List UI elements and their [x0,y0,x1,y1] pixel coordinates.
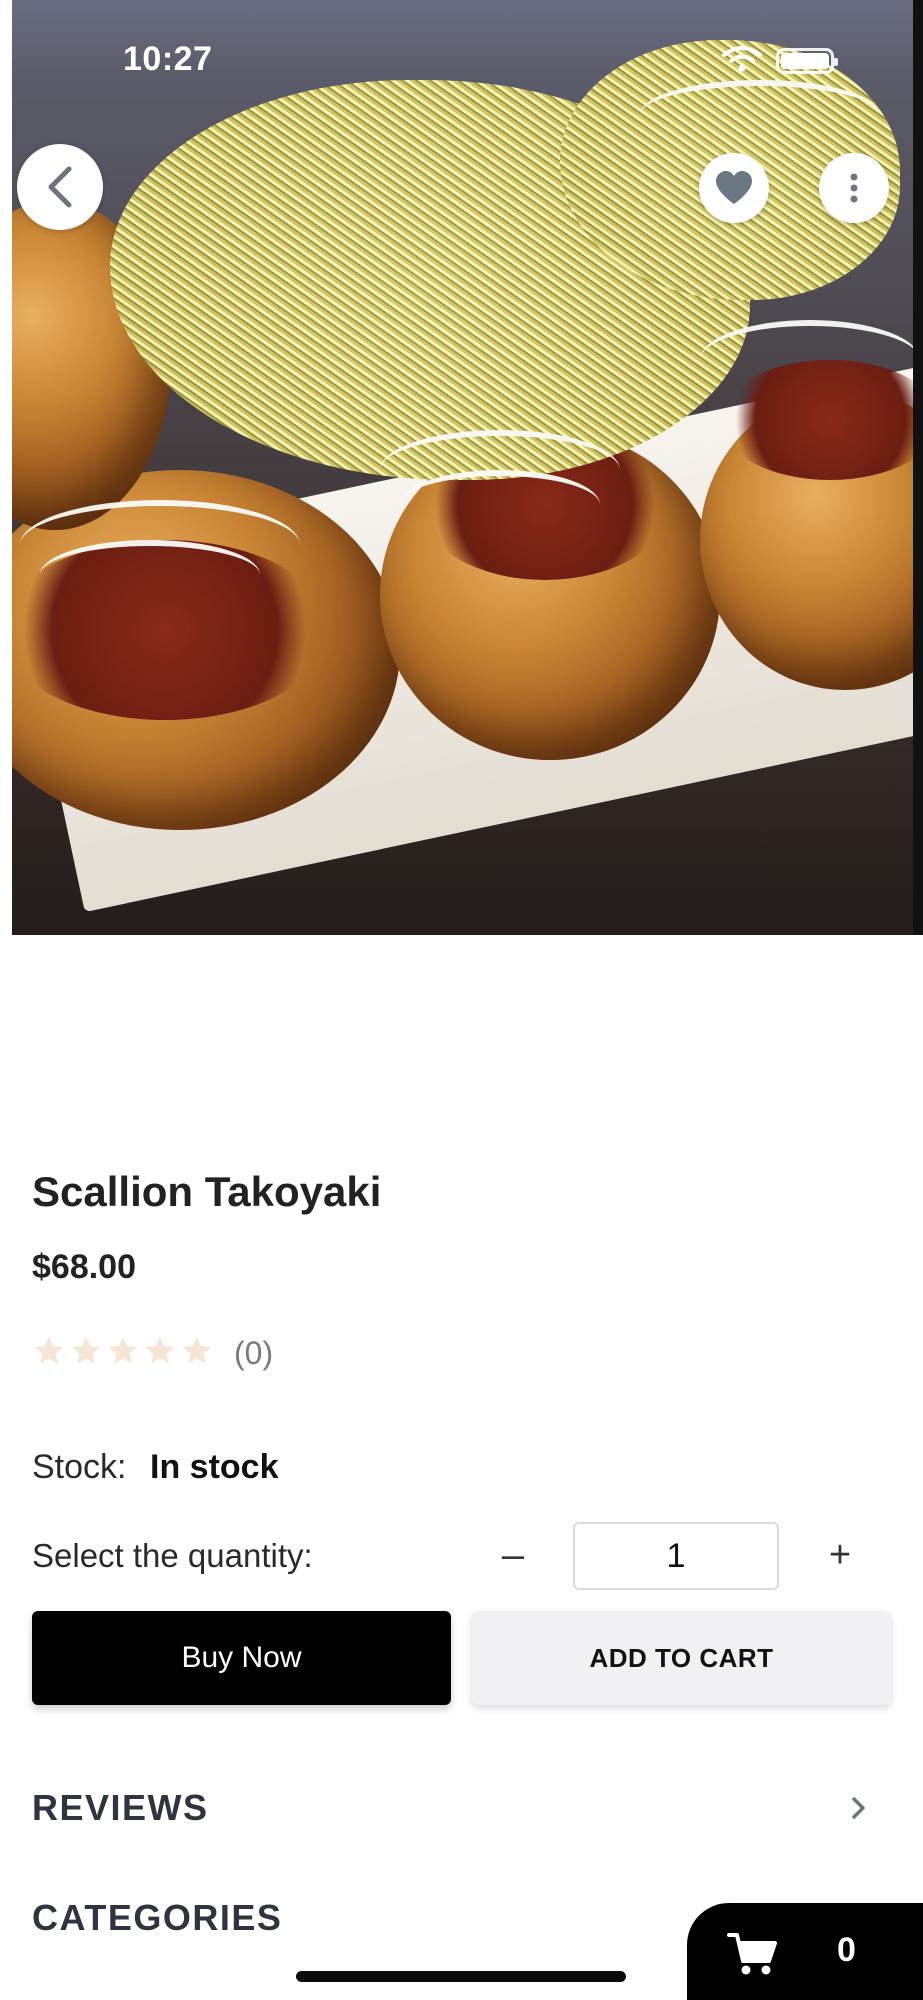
stock-label: Stock: [32,1448,127,1486]
quantity-decrease-button[interactable]: – [495,1532,531,1578]
quantity-input[interactable] [573,1522,779,1590]
quantity-label: Select the quantity: [32,1537,313,1574]
product-title: Scallion Takoyaki [32,1168,382,1215]
chevron-right-icon [852,1797,865,1819]
image-edge [913,0,923,935]
battery-icon [776,48,838,74]
cart-icon [727,1933,777,1975]
star-icon [108,1336,138,1364]
wifi-icon [722,46,762,72]
star-icon [34,1336,64,1364]
reviews-section-row[interactable]: REVIEWS [32,1783,892,1833]
heart-icon [716,171,752,204]
stock-value: In stock [150,1448,279,1486]
back-button[interactable] [17,144,103,230]
rating-count: (0) [234,1335,274,1371]
more-options-button[interactable] [819,153,889,223]
home-indicator [296,1971,626,1982]
categories-title: CATEGORIES [32,1897,283,1938]
quantity-increase-button[interactable]: + [822,1532,858,1578]
mayo-drizzle [640,80,880,150]
star-icon [182,1336,212,1364]
mayo-drizzle [40,540,260,610]
star-icon [145,1336,175,1364]
mayo-drizzle [400,470,600,540]
status-time: 10:27 [123,40,213,78]
mayo-drizzle [700,320,920,400]
chevron-left-icon [48,166,72,208]
cart-button[interactable]: 0 [687,1903,923,2000]
image-edge [0,0,12,935]
star-icon [71,1336,101,1364]
product-price: $68.00 [32,1248,136,1286]
rating-stars[interactable] [32,1334,214,1368]
favorite-button[interactable] [699,153,769,223]
more-vertical-icon [850,173,858,203]
reviews-title: REVIEWS [32,1787,209,1828]
cart-count: 0 [837,1931,856,1969]
product-image [0,0,923,935]
buy-now-button[interactable]: Buy Now [32,1611,451,1705]
add-to-cart-button[interactable]: ADD TO CART [472,1611,891,1705]
product-detail-screen: 10:27 Scallion Takoyaki $68.00 (0) Stock… [0,0,923,2000]
